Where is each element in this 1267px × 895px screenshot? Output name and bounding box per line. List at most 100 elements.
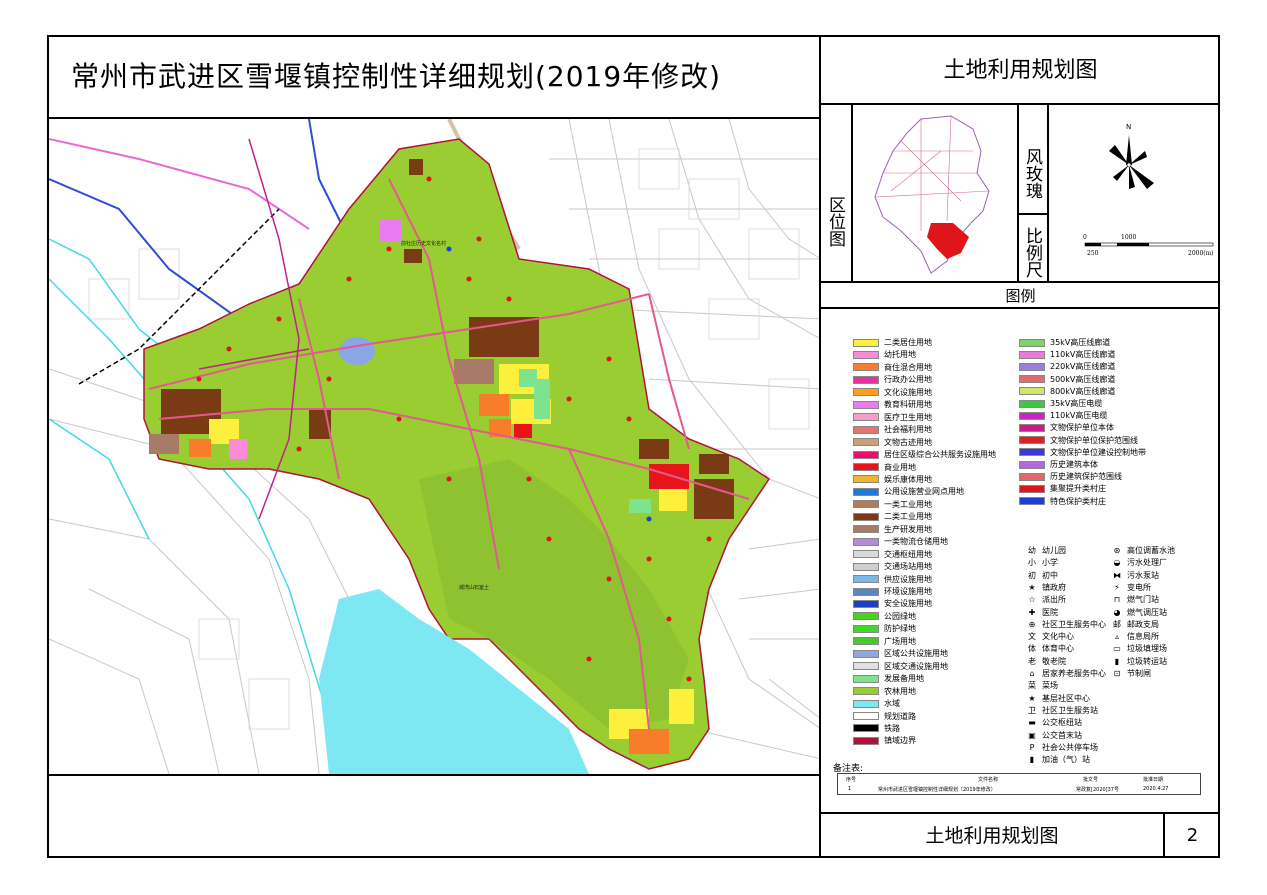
legend-label: 供应设施用地 bbox=[884, 574, 932, 584]
legend-swatch bbox=[853, 550, 879, 559]
legend-symbol: ☆ 派出所 bbox=[1026, 594, 1066, 606]
legend-item: 历史建筑保护范围线 bbox=[1019, 471, 1122, 482]
legend-item: 公用设施营业网点用地 bbox=[853, 486, 964, 497]
legend-symbol: ▣ 公交首末站 bbox=[1026, 730, 1082, 742]
symbol-label: 社区卫生服务站 bbox=[1042, 705, 1098, 715]
legend-label: 历史建筑本体 bbox=[1050, 460, 1098, 469]
symbol-icon: 幼 bbox=[1028, 546, 1036, 555]
legend-swatch bbox=[853, 562, 879, 571]
legend-symbol: P 社会公共停车场 bbox=[1026, 742, 1098, 754]
legend-swatch bbox=[853, 475, 879, 484]
legend-item: 水域 bbox=[853, 698, 900, 709]
legend-label: 二类居住用地 bbox=[884, 338, 932, 347]
symbol-icon: ◒ bbox=[1113, 558, 1121, 568]
legend-label: 二类工业用地 bbox=[884, 512, 932, 522]
footer: 土地利用规划图 2 bbox=[821, 814, 1220, 858]
legend-item: 集聚提升类村庄 bbox=[1019, 483, 1106, 494]
legend-swatch bbox=[1019, 423, 1045, 432]
legend-symbol: 体体育中心 bbox=[1026, 643, 1074, 655]
legend-swatch bbox=[1019, 411, 1045, 420]
symbol-label: 变电所 bbox=[1127, 582, 1151, 592]
legend-symbol: ⌂ 居家养老服务中心 bbox=[1026, 668, 1106, 680]
legend-label: 110kV高压线廊道 bbox=[1050, 350, 1116, 360]
legend-swatch bbox=[1019, 362, 1045, 371]
legend-label: 特色保护类村庄 bbox=[1050, 496, 1106, 506]
legend-label: 教育科研用地 bbox=[884, 400, 932, 410]
legend-item: 商住混合用地 bbox=[853, 362, 932, 373]
legend-item: 农林用地 bbox=[853, 686, 916, 697]
symbol-icon: 邮 bbox=[1113, 619, 1121, 629]
svg-text:2000(m): 2000(m) bbox=[1188, 250, 1214, 257]
symbol-label: 社会公共停车场 bbox=[1042, 742, 1098, 752]
legend-item: 文物保护单位保护范围线 bbox=[1019, 435, 1138, 446]
symbol-label: 社区卫生服务中心 bbox=[1042, 619, 1106, 629]
legend-item: 一类物流仓储用地 bbox=[853, 536, 948, 547]
legend-swatch bbox=[853, 487, 879, 496]
symbol-label: 信息局所 bbox=[1127, 632, 1159, 642]
svg-text:N: N bbox=[1126, 123, 1131, 131]
legend-symbol: ⧓ 污水泵站 bbox=[1111, 570, 1159, 582]
legend-item: 安全设施用地 bbox=[853, 598, 932, 609]
symbol-label: 幼儿园 bbox=[1042, 546, 1066, 555]
legend-swatch bbox=[1019, 460, 1045, 469]
legend-symbol: ✚ 医院 bbox=[1026, 607, 1058, 619]
scale-bar-label: 比例尺 bbox=[1017, 215, 1049, 283]
legend-label: 镇域边界 bbox=[884, 736, 916, 746]
legend-symbol: ▮ 加油（气）站 bbox=[1026, 754, 1090, 766]
legend-label: 文化设施用地 bbox=[884, 387, 932, 397]
legend: 二类居住用地 幼托用地 商住混合用地 行政办公用地 文化设施用地 教育科研用地 医疗卫生用地… bbox=[821, 309, 1220, 814]
right-title: 土地利用规划图 bbox=[821, 37, 1220, 105]
legend-symbol: ⊕ 社区卫生服务中心 bbox=[1026, 619, 1106, 631]
legend-symbol: ▮ 垃圾转运站 bbox=[1111, 656, 1167, 668]
symbol-label: 高位调蓄水池 bbox=[1127, 546, 1175, 555]
symbol-label: 基层社区中心 bbox=[1042, 693, 1090, 703]
legend-symbol: ▭ 垃圾填埋场 bbox=[1111, 643, 1167, 655]
legend-item: 一类工业用地 bbox=[853, 499, 932, 510]
symbol-label: 菜场 bbox=[1042, 681, 1058, 691]
legend-label: 广场用地 bbox=[884, 636, 916, 646]
symbol-icon: 体 bbox=[1028, 644, 1036, 654]
legend-item: 商业用地 bbox=[853, 462, 916, 473]
legend-item: 发展备用地 bbox=[853, 673, 924, 684]
legend-item: 行政办公用地 bbox=[853, 374, 932, 385]
legend-item: 环境设施用地 bbox=[853, 586, 932, 597]
symbol-label: 邮政支局 bbox=[1127, 619, 1159, 629]
legend-swatch bbox=[853, 699, 879, 708]
legend-item: 35kV高压线廊道 bbox=[1019, 337, 1110, 348]
wind-rose: N bbox=[1109, 123, 1154, 189]
legend-swatch bbox=[1019, 497, 1045, 506]
legend-label: 行政办公用地 bbox=[884, 375, 932, 385]
legend-item: 区域公共设施用地 bbox=[853, 648, 948, 659]
map-canvas[interactable]: 前社庄历史文化名村 城湾山石室土 bbox=[49, 119, 821, 774]
legend-swatch bbox=[853, 400, 879, 409]
legend-item: 特色保护类村庄 bbox=[1019, 496, 1106, 507]
legend-swatch bbox=[853, 612, 879, 621]
legend-label: 文物保护单位保护范围线 bbox=[1050, 435, 1138, 445]
symbol-icon: ⊓ bbox=[1113, 595, 1121, 605]
legend-label: 公园绿地 bbox=[884, 611, 916, 621]
legend-swatch bbox=[1019, 436, 1045, 445]
legend-label: 文物古迹用地 bbox=[884, 437, 932, 447]
symbol-label: 污水处理厂 bbox=[1127, 558, 1167, 568]
legend-item: 二类居住用地 bbox=[853, 337, 932, 348]
legend-item: 文物古迹用地 bbox=[853, 437, 932, 448]
map-title: 常州市武进区雪堰镇控制性详细规划(2019年修改) bbox=[71, 60, 722, 93]
legend-heading: 图例 bbox=[821, 283, 1220, 309]
title-block: 常州市武进区雪堰镇控制性详细规划(2019年修改) bbox=[49, 37, 821, 119]
legend-item: 110kV高压线廊道 bbox=[1019, 349, 1115, 360]
legend-item: 交通场站用地 bbox=[853, 561, 932, 572]
footer-title: 土地利用规划图 bbox=[821, 814, 1165, 858]
symbol-label: 垃圾填埋场 bbox=[1127, 644, 1167, 654]
map-sheet: 常州市武进区雪堰镇控制性详细规划(2019年修改) 前社庄历史文化名村 城湾山石… bbox=[47, 35, 1220, 858]
legend-item: 文物保护单位本体 bbox=[1019, 422, 1114, 433]
symbol-label: 初中 bbox=[1042, 570, 1058, 580]
symbol-icon: P bbox=[1029, 742, 1035, 752]
symbol-icon: ▮ bbox=[1114, 656, 1120, 666]
legend-label: 水域 bbox=[884, 699, 900, 709]
legend-label: 一类工业用地 bbox=[884, 499, 932, 509]
location-rose-scale-block: 区位图 风玫瑰 N 比例尺 0 1000 250 2000(m) bbox=[821, 105, 1220, 283]
symbol-icon: ✚ bbox=[1028, 607, 1036, 617]
legend-item: 医疗卫生用地 bbox=[853, 412, 932, 423]
svg-text:250: 250 bbox=[1087, 250, 1099, 257]
location-map-label: 区位图 bbox=[821, 105, 853, 283]
